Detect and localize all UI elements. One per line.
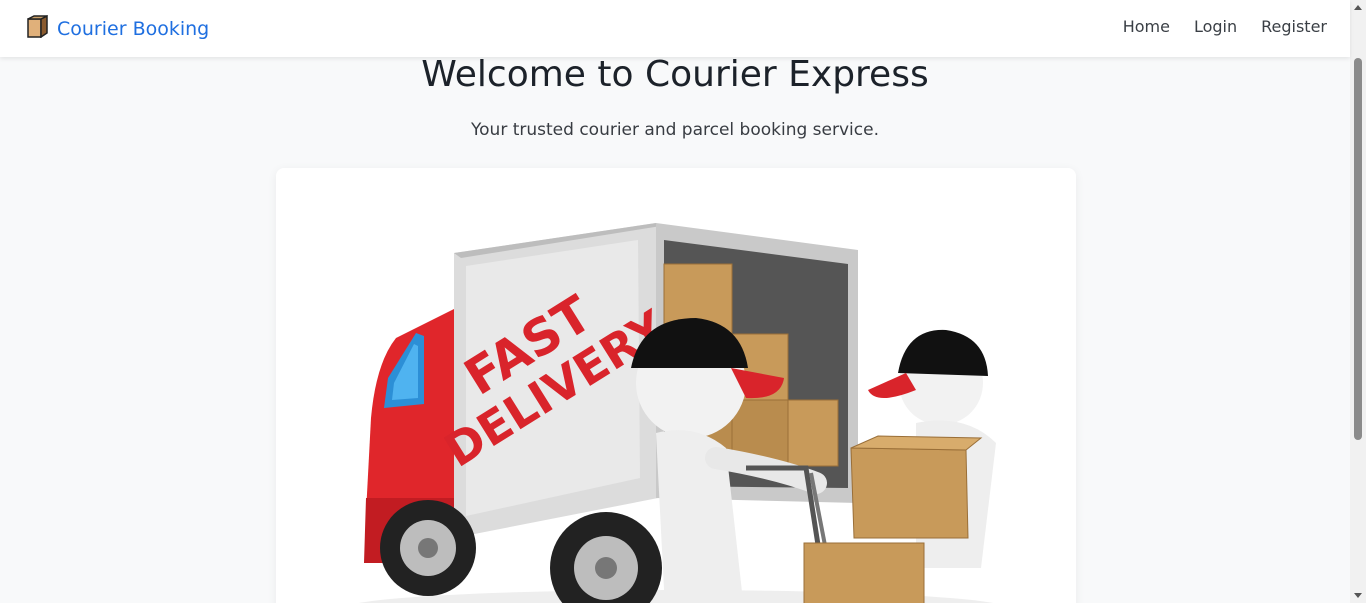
main-content: Welcome to Courier Express Your trusted … (0, 54, 1350, 603)
scroll-down-arrow-icon[interactable] (1350, 587, 1366, 603)
nav-login-link[interactable]: Login (1194, 17, 1237, 36)
nav-links: Home Login Register (1123, 17, 1327, 36)
nav-home-link[interactable]: Home (1123, 17, 1170, 36)
scrollbar-thumb[interactable] (1354, 58, 1362, 440)
nav-register-link[interactable]: Register (1261, 17, 1327, 36)
page-subtitle: Your trusted courier and parcel booking … (471, 120, 879, 140)
page-scrollbar[interactable] (1350, 0, 1366, 603)
scroll-up-arrow-icon[interactable] (1350, 0, 1366, 16)
package-icon (26, 14, 49, 42)
brand-link[interactable]: Courier Booking (26, 14, 210, 42)
top-navbar: Courier Booking Home Login Register (0, 0, 1350, 57)
delivery-truck-image: FAST DELIVERY (359, 223, 996, 603)
brand-label: Courier Booking (57, 17, 210, 40)
page-title: Welcome to Courier Express (421, 54, 929, 95)
hero-card: FAST DELIVERY (276, 168, 1076, 603)
